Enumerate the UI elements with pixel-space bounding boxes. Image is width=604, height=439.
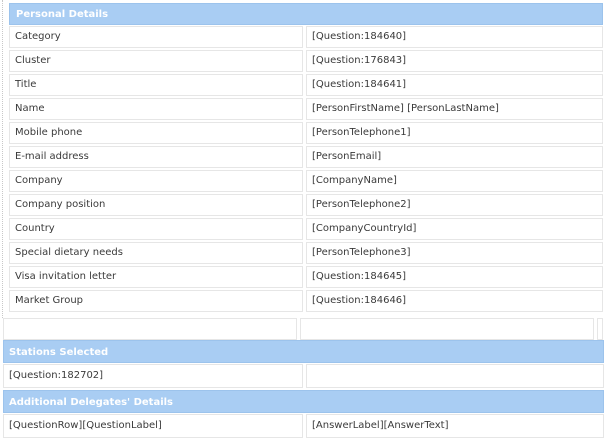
field-label: Title xyxy=(9,74,303,96)
field-label: Visa invitation letter xyxy=(9,266,303,288)
field-placeholder: [Question:184646] xyxy=(306,290,603,312)
personal-details-header: Personal Details xyxy=(9,3,603,25)
additional-delegates-header: Additional Delegates' Details xyxy=(3,390,604,413)
field-placeholder: [Question:184640] xyxy=(306,26,603,48)
empty-cell xyxy=(597,318,603,340)
field-placeholder: [CompanyCountryId] xyxy=(306,218,603,240)
stations-selected-row: [Question:182702] xyxy=(3,363,604,390)
lower-sections: Stations Selected [Question:182702] Addi… xyxy=(3,340,604,439)
field-label: Market Group xyxy=(9,290,303,312)
table-row: Visa invitation letter [Question:184645] xyxy=(9,265,603,289)
field-placeholder: [PersonTelephone2] xyxy=(306,194,603,216)
field-placeholder: [CompanyName] xyxy=(306,170,603,192)
empty-row xyxy=(3,318,603,340)
table-row: Market Group [Question:184646] xyxy=(9,289,603,313)
additional-delegates-label: [QuestionRow][QuestionLabel] xyxy=(3,414,303,438)
field-placeholder: [PersonEmail] xyxy=(306,146,603,168)
field-label: Category xyxy=(9,26,303,48)
table-row: Category [Question:184640] xyxy=(9,25,603,49)
stations-selected-header: Stations Selected xyxy=(3,340,604,363)
table-row: Mobile phone [PersonTelephone1] xyxy=(9,121,603,145)
personal-details-rows: Category [Question:184640] Cluster [Questio… xyxy=(9,25,603,313)
field-placeholder: [Question:176843] xyxy=(306,50,603,72)
stations-selected-empty xyxy=(306,364,604,388)
empty-cell xyxy=(300,318,594,340)
table-row: Company position [PersonTelephone2] xyxy=(9,193,603,217)
field-placeholder: [Question:184641] xyxy=(306,74,603,96)
field-placeholder: [PersonTelephone1] xyxy=(306,122,603,144)
field-label: Special dietary needs xyxy=(9,242,303,264)
empty-cell xyxy=(3,318,297,340)
additional-delegates-value: [AnswerLabel][AnswerText] xyxy=(306,414,604,438)
form-preview: Personal Details Category [Question:18464… xyxy=(0,0,604,439)
personal-details-section: Personal Details Category [Question:18464… xyxy=(9,3,603,313)
field-label: Company position xyxy=(9,194,303,216)
table-row: E-mail address [PersonEmail] xyxy=(9,145,603,169)
field-label: Cluster xyxy=(9,50,303,72)
field-label: Company xyxy=(9,170,303,192)
table-row: Name [PersonFirstName] [PersonLastName] xyxy=(9,97,603,121)
field-label: Name xyxy=(9,98,303,120)
additional-delegates-row: [QuestionRow][QuestionLabel] [AnswerLabe… xyxy=(3,413,604,439)
field-label: Mobile phone xyxy=(9,122,303,144)
field-label: Country xyxy=(9,218,303,240)
table-row: Special dietary needs [PersonTelephone3] xyxy=(9,241,603,265)
field-label: E-mail address xyxy=(9,146,303,168)
field-placeholder: [PersonTelephone3] xyxy=(306,242,603,264)
table-row: Title [Question:184641] xyxy=(9,73,603,97)
field-placeholder: [Question:184645] xyxy=(306,266,603,288)
table-row: Country [CompanyCountryId] xyxy=(9,217,603,241)
table-row: Company [CompanyName] xyxy=(9,169,603,193)
table-row: Cluster [Question:176843] xyxy=(9,49,603,73)
block-guide xyxy=(2,0,3,318)
field-placeholder: [PersonFirstName] [PersonLastName] xyxy=(306,98,603,120)
stations-selected-value: [Question:182702] xyxy=(3,364,303,388)
